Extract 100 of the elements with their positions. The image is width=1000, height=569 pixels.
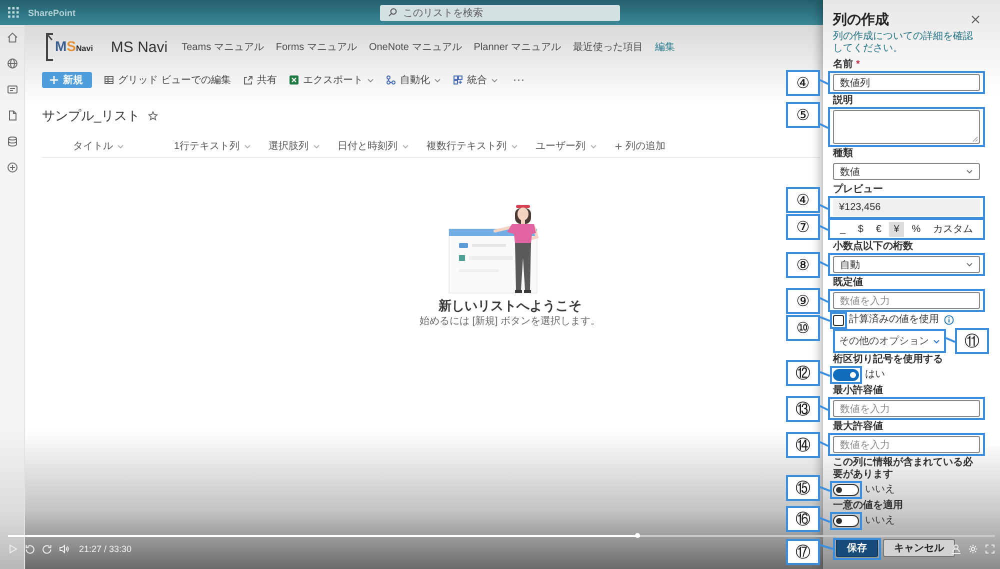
star-icon[interactable] (148, 111, 158, 121)
text-input[interactable]: 数値を入力 (833, 400, 980, 417)
checkbox[interactable] (833, 314, 844, 326)
leader-line (820, 517, 830, 523)
text-input[interactable]: 数値列 (833, 74, 980, 91)
dropdown[interactable]: 自動 (833, 256, 980, 273)
nav-link[interactable]: Forms マニュアル (276, 40, 357, 54)
callout-label: ⑤ (786, 102, 820, 128)
add-circle-icon[interactable] (6, 162, 18, 173)
learn-more-link[interactable]: 列の作成についての詳細を確認してください。 (833, 31, 980, 55)
leader-line (820, 123, 828, 129)
nav-link[interactable]: Planner マニュアル (474, 40, 562, 54)
database-icon[interactable] (6, 136, 18, 147)
search-icon (388, 8, 397, 17)
resize-grip-icon[interactable] (972, 136, 978, 142)
cancel-button[interactable]: キャンセル (883, 539, 955, 557)
chevron-down-icon (117, 142, 124, 150)
callout-label: ⑨ (786, 288, 820, 314)
share-button[interactable]: 共有 (242, 72, 277, 88)
callout-label: ⑫ (786, 360, 820, 386)
chevron-down-icon (244, 142, 251, 150)
field-label: 最小許容値 (833, 385, 883, 397)
leader-line (820, 225, 828, 231)
callout-label: ④ (786, 187, 820, 213)
toggle-state-label: いいえ (865, 515, 895, 527)
more-button[interactable]: ⋯ (510, 71, 528, 89)
nav-link[interactable]: Teams マニュアル (182, 40, 264, 54)
column-header[interactable]: 1行テキスト列 (174, 139, 251, 153)
highlight-frame (830, 512, 862, 530)
more-options-button[interactable]: その他のオプション (836, 332, 943, 350)
skip-back-icon[interactable] (25, 544, 35, 554)
plus-icon (614, 142, 622, 150)
site-title[interactable]: MS Navi (110, 38, 168, 56)
app-grid-icon (452, 75, 463, 85)
field-label: 桁区切り記号を使用する (833, 354, 943, 366)
chevron-down-icon (966, 261, 973, 268)
format-option-button[interactable]: % (906, 222, 926, 236)
format-option-button[interactable]: € (870, 222, 886, 236)
search-field[interactable]: このリストを検索 (380, 4, 620, 20)
add-column-button[interactable]: 列の追加 (614, 139, 666, 153)
field-label: この列に情報が含まれている必要があります (833, 457, 974, 481)
chevron-down-icon (590, 142, 597, 150)
playback-time: 21:27 / 33:30 (79, 544, 132, 554)
leader-line (820, 260, 828, 266)
required-mark: * (856, 59, 860, 71)
nav-link[interactable]: 最近使った項目 (573, 40, 644, 54)
chevron-down-icon (933, 338, 940, 344)
settings-icon[interactable] (968, 544, 978, 554)
leader-line (820, 204, 828, 210)
progress-thumb[interactable] (634, 533, 640, 538)
fullscreen-icon[interactable] (985, 544, 995, 554)
spreadsheet-icon (288, 75, 299, 85)
highlight-frame (833, 538, 881, 560)
welcome-text: 始めるには [新規] ボタンを選択します。 (419, 315, 601, 328)
app-launcher-icon[interactable] (8, 7, 19, 18)
format-option-button[interactable]: カスタム (928, 222, 978, 236)
document-icon[interactable] (6, 110, 18, 121)
save-button[interactable]: 保存 (836, 539, 878, 557)
toggle-switch[interactable] (833, 515, 859, 527)
app-name: SharePoint (28, 8, 76, 18)
column-header[interactable]: 選択肢列 (268, 139, 320, 153)
info-icon[interactable] (944, 315, 954, 325)
leader-line (946, 337, 955, 343)
column-header[interactable]: 日付と時刻列 (338, 139, 409, 153)
edit-link[interactable]: 編集 (655, 40, 676, 54)
site-logo[interactable]: MSNavi (45, 32, 93, 62)
column-header[interactable]: ユーザー列 (536, 139, 597, 153)
share-icon (242, 75, 253, 85)
export-button[interactable]: エクスポート (288, 72, 374, 88)
callout-label: ⑯ (786, 506, 820, 532)
callout-label: ⑬ (786, 396, 820, 422)
leader-line (820, 544, 833, 550)
text-input[interactable]: 数値を入力 (833, 436, 980, 453)
grid-edit-button[interactable]: グリッド ビューでの編集 (104, 72, 231, 88)
home-icon[interactable] (6, 32, 18, 43)
callout-label: ⑰ (786, 539, 820, 565)
format-option-button[interactable]: ¥ (888, 222, 904, 236)
callout-label: ④ (786, 70, 820, 96)
text-input[interactable]: 数値を入力 (833, 292, 980, 309)
volume-icon[interactable] (59, 544, 69, 554)
toggle-switch[interactable] (833, 484, 859, 496)
column-header[interactable]: タイトル (73, 139, 156, 153)
integrate-button[interactable]: 統合 (452, 72, 498, 88)
chevron-down-icon (966, 168, 973, 175)
panel-title: 列の作成 (833, 10, 889, 28)
person-icon[interactable] (951, 544, 961, 554)
news-icon[interactable] (6, 84, 18, 95)
format-option-button[interactable]: _ (835, 222, 851, 236)
globe-icon[interactable] (6, 58, 18, 69)
leader-line (820, 316, 830, 322)
format-option-button[interactable]: $ (852, 222, 868, 236)
skip-forward-icon[interactable] (42, 544, 52, 554)
automate-button[interactable]: 自動化 (386, 72, 441, 88)
close-icon[interactable] (971, 14, 980, 24)
nav-link[interactable]: OneNote マニュアル (368, 40, 462, 54)
dropdown[interactable]: 数値 (833, 163, 980, 180)
toggle-state-label: いいえ (865, 484, 895, 496)
column-header[interactable]: 複数行テキスト列 (426, 139, 518, 153)
chevron-down-icon (312, 142, 320, 150)
toggle-switch[interactable] (833, 369, 859, 381)
